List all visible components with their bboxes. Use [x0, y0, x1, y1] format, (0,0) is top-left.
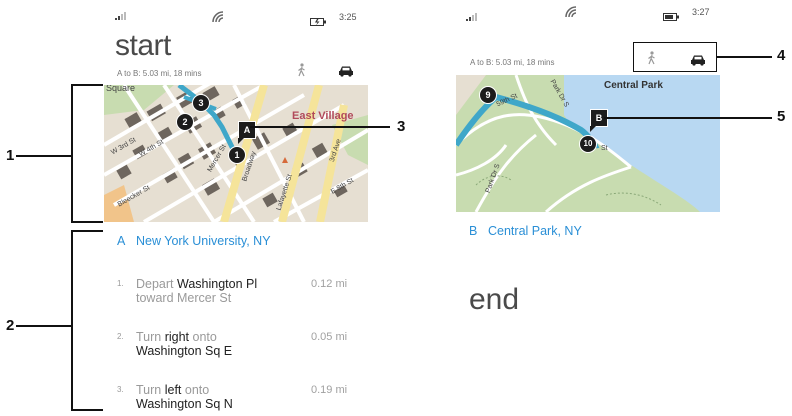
start-point-name[interactable]: New York University, NY	[136, 234, 271, 248]
callout-1-bracket-top	[71, 84, 103, 86]
map-marker-3[interactable]: 3	[192, 94, 210, 112]
map-label-east-village: East Village	[292, 110, 354, 122]
route-map-end[interactable]: Central Park 59th St Park Dr S Park Dr S…	[456, 75, 720, 212]
end-point-letter: B	[469, 224, 478, 238]
end-point-name[interactable]: Central Park, NY	[488, 224, 582, 238]
battery-charging-icon	[310, 13, 326, 26]
end-title: end	[469, 283, 520, 316]
callout-1-bracket-bottom	[71, 221, 103, 223]
callout-2: 2	[6, 317, 15, 334]
callout-2-bracket-top	[71, 230, 103, 232]
battery-icon	[663, 8, 679, 21]
callout-3-leader	[250, 126, 390, 128]
callout-1-bracket	[71, 84, 73, 222]
direction-step-2[interactable]: 2. Turn right onto Washington Sq E 0.05 …	[117, 330, 362, 360]
callout-5-leader	[604, 117, 772, 119]
direction-step-3[interactable]: 3. Turn left onto Washington Sq N 0.19 m…	[117, 383, 362, 413]
map-marker-2[interactable]: 2	[176, 113, 194, 131]
map-marker-10[interactable]: 10	[579, 135, 597, 153]
map-marker-1[interactable]: 1	[228, 146, 246, 164]
map-pin-a-tail	[238, 138, 250, 144]
route-summary: A to B: 5.03 mi, 18 mins	[470, 58, 555, 67]
callout-5: 5	[777, 108, 786, 125]
signal-icon	[466, 8, 478, 21]
page-title: start	[115, 29, 171, 62]
signal-icon	[115, 12, 127, 20]
start-point-letter: A	[117, 234, 126, 248]
walk-mode-icon[interactable]	[296, 63, 308, 77]
step-instruction: Depart Washington Pl toward Mercer St	[136, 277, 258, 305]
map-pin-b-tail	[590, 126, 602, 132]
callout-2-leader	[16, 325, 71, 327]
callout-2-bracket-bottom	[71, 409, 103, 411]
callout-4: 4	[777, 47, 786, 64]
wifi-icon	[565, 5, 577, 18]
direction-step-1[interactable]: 1. Depart Washington Pl toward Mercer St…	[117, 277, 362, 307]
callout-2-bracket	[71, 230, 73, 410]
wifi-icon	[212, 10, 224, 23]
step-distance: 0.05 mi	[311, 331, 348, 343]
status-time: 3:25	[339, 12, 357, 22]
step-instruction: Turn right onto Washington Sq E	[136, 330, 233, 358]
map-label-st: St	[601, 145, 608, 152]
callout-1-leader	[16, 155, 71, 157]
drive-mode-icon[interactable]	[338, 64, 354, 77]
map-label-square: Square	[106, 85, 136, 93]
map-marker-9[interactable]: 9	[479, 86, 497, 104]
status-time: 3:27	[692, 7, 710, 17]
step-number: 2.	[117, 332, 124, 341]
step-distance: 0.19 mi	[311, 384, 348, 396]
route-summary: A to B: 5.03 mi, 18 mins	[117, 69, 202, 78]
route-map-start[interactable]: Square East Village W 3rd St W 4th St Me…	[104, 85, 368, 222]
step-number: 1.	[117, 279, 124, 288]
walk-mode-icon[interactable]	[646, 51, 658, 65]
callout-3: 3	[397, 118, 406, 135]
drive-mode-icon[interactable]	[690, 53, 706, 66]
callout-4-leader	[717, 56, 772, 58]
callout-1: 1	[6, 147, 15, 164]
step-instruction: Turn left onto Washington Sq N	[136, 383, 233, 411]
map-pin-a[interactable]: A	[238, 121, 256, 139]
step-distance: 0.12 mi	[311, 278, 348, 290]
step-number: 3.	[117, 385, 124, 394]
map-label-central-park: Central Park	[604, 80, 663, 91]
